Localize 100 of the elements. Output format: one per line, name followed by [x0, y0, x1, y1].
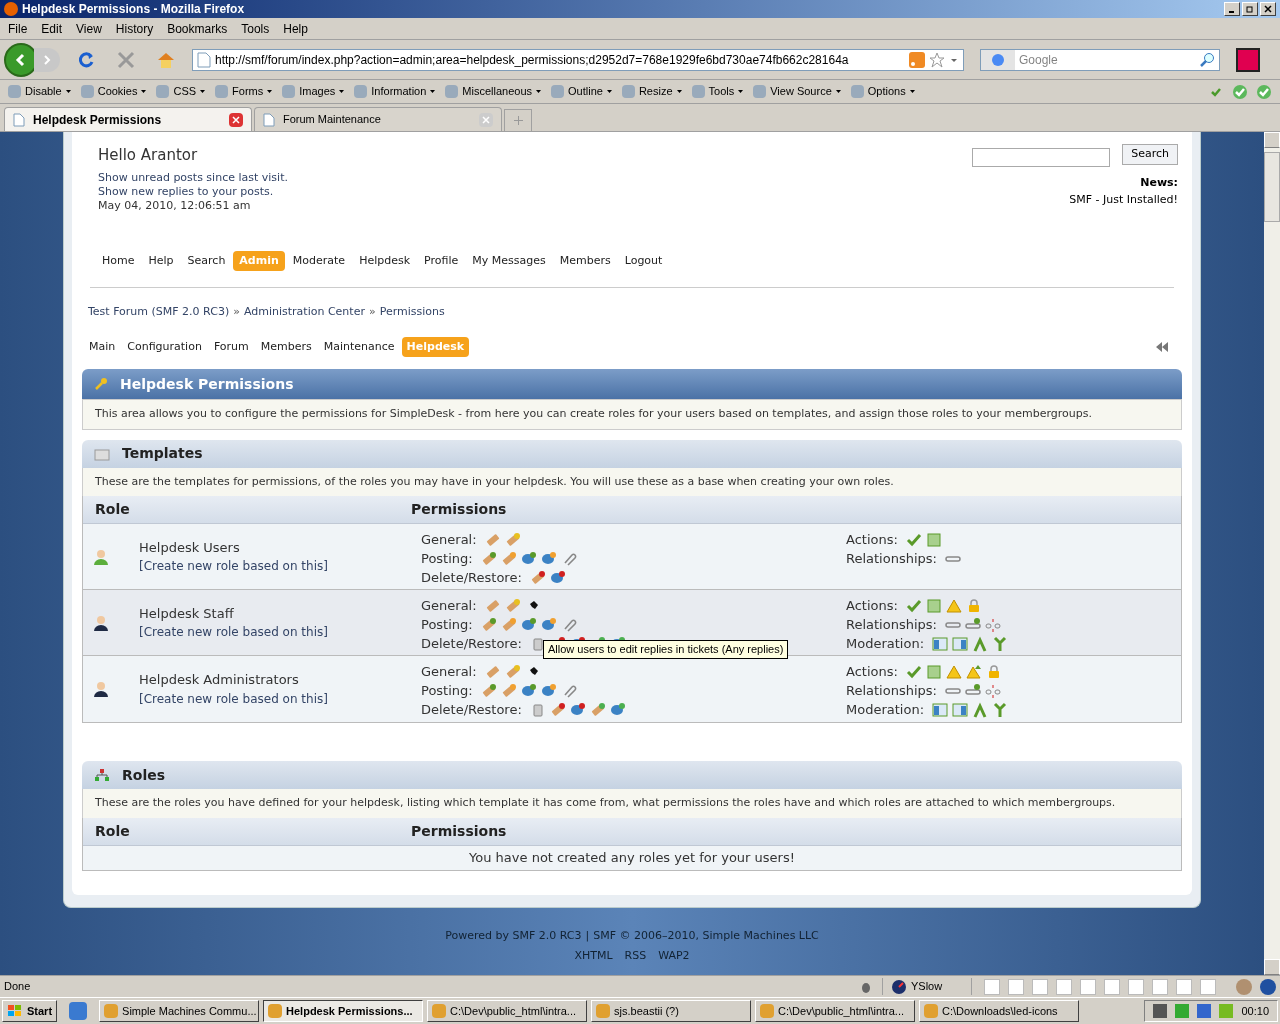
main-menu-item[interactable]: Members: [553, 250, 617, 271]
reload-icon[interactable]: [76, 49, 96, 70]
menu-item[interactable]: Bookmarks: [167, 19, 228, 38]
scrollbar[interactable]: [1264, 132, 1280, 975]
taskbar-button[interactable]: C:\Dev\public_html\intra...: [427, 1000, 588, 1022]
menu-item[interactable]: File: [8, 19, 28, 38]
breadcrumb-link[interactable]: Test Forum (SMF 2.0 RC3): [88, 304, 230, 321]
status-tool-icon[interactable]: [1032, 978, 1048, 995]
status-tool-icon[interactable]: [1176, 978, 1192, 995]
main-menu-item[interactable]: Helpdesk: [353, 250, 417, 271]
quick-launch-icon[interactable]: [69, 1002, 88, 1020]
create-role-link[interactable]: [Create new role based on this]: [139, 689, 421, 708]
menu-item[interactable]: Help: [283, 19, 308, 38]
main-menu-item[interactable]: Help: [142, 250, 180, 271]
admin-menu-item[interactable]: Main: [84, 336, 121, 357]
toolbar-menu[interactable]: CSS: [156, 83, 206, 100]
browser-tab[interactable]: Forum Maintenance: [254, 107, 502, 131]
new-tab-button[interactable]: [504, 109, 532, 131]
window-title: Helpdesk Permissions - Mozilla Firefox: [22, 1, 245, 18]
toolbar-menu[interactable]: Miscellaneous: [445, 83, 542, 100]
header-link[interactable]: Show new replies to your posts.: [98, 184, 288, 199]
section-title: Templates: [122, 444, 203, 463]
news-label: News:: [1140, 175, 1178, 191]
footer-link[interactable]: RSS: [624, 948, 647, 965]
permission-label: Posting:: [421, 681, 473, 700]
admin-menu-item[interactable]: Forum: [208, 336, 254, 357]
footer-link[interactable]: Powered by SMF 2.0 RC3: [445, 927, 582, 944]
search-box[interactable]: Google: [980, 48, 1220, 71]
toolbar-menu[interactable]: Outline: [551, 83, 612, 100]
admin-menu-item[interactable]: Members: [255, 336, 317, 357]
toolbar-menu[interactable]: Resize: [621, 83, 682, 100]
footer-link[interactable]: XHTML: [574, 948, 613, 965]
search-button[interactable]: Search: [1122, 144, 1178, 165]
create-role-link[interactable]: [Create new role based on this]: [139, 557, 421, 576]
gauge-icon[interactable]: [891, 978, 907, 995]
create-role-link[interactable]: [Create new role based on this]: [139, 623, 421, 642]
toolbar-menu[interactable]: Options: [850, 83, 915, 100]
status-tool-icon[interactable]: [1056, 978, 1072, 995]
panel-right-icon: [952, 635, 968, 652]
minimize-button[interactable]: [1224, 2, 1240, 16]
menu-item[interactable]: Tools: [241, 19, 270, 38]
status-tool-icon[interactable]: [1200, 978, 1216, 995]
collapse-icon[interactable]: [1154, 340, 1170, 353]
check-icon[interactable]: [1256, 83, 1272, 100]
status-tool-icon[interactable]: [1152, 978, 1168, 995]
main-menu-item[interactable]: Profile: [418, 250, 465, 271]
toolbar-menu[interactable]: Tools: [691, 83, 744, 100]
toolbar-menu[interactable]: View Source: [753, 83, 841, 100]
search-engine-icon[interactable]: [981, 49, 1015, 70]
star-icon[interactable]: [929, 51, 945, 68]
taskbar-button[interactable]: C:\Dev\public_html\intra...: [755, 1000, 916, 1022]
check-icon[interactable]: [1232, 83, 1248, 100]
footer-link[interactable]: WAP2: [658, 948, 690, 965]
breadcrumb-link[interactable]: Administration Center: [243, 304, 365, 321]
taskbar-button[interactable]: C:\Downloads\led-icons: [919, 1000, 1080, 1022]
main-menu-item[interactable]: My Messages: [466, 250, 552, 271]
menu-item[interactable]: Edit: [41, 19, 63, 38]
status-text: Done: [3, 979, 32, 995]
footer-link[interactable]: SMF © 2006–2010, Simple Machines LLC: [593, 927, 819, 944]
rss-icon[interactable]: [909, 51, 925, 68]
toolbar-menu[interactable]: Images: [282, 83, 345, 100]
menu-item[interactable]: History: [115, 19, 154, 38]
search-field[interactable]: Google: [1015, 50, 1199, 69]
clock: 00:10: [1241, 1003, 1269, 1019]
admin-menu-item[interactable]: Maintenance: [318, 336, 400, 357]
forum-search-field[interactable]: [972, 148, 1111, 167]
admin-menu-item[interactable]: Configuration: [122, 336, 207, 357]
person-icon: [93, 548, 109, 565]
close-icon[interactable]: [229, 112, 243, 127]
toolbar-menu[interactable]: Disable: [8, 83, 71, 100]
main-menu-item[interactable]: Search: [181, 250, 232, 271]
search-icon[interactable]: [1199, 51, 1215, 68]
start-button[interactable]: Start: [2, 1000, 58, 1022]
status-tool-icon[interactable]: [1008, 978, 1024, 995]
status-tool-icon[interactable]: [1128, 978, 1144, 995]
app-icon: [104, 1004, 119, 1018]
taskbar-button[interactable]: Helpdesk Permissions...: [263, 1000, 424, 1022]
status-tool-icon[interactable]: [984, 978, 1000, 995]
volume-icon[interactable]: [1197, 1004, 1212, 1018]
main-menu-item[interactable]: Home: [96, 250, 141, 271]
taskbar-button[interactable]: Simple Machines Commu...: [99, 1000, 260, 1022]
toolbar-menu[interactable]: Forms: [215, 83, 273, 100]
breadcrumb-link[interactable]: Permissions: [379, 304, 445, 321]
taskbar-button[interactable]: sjs.beastii (?): [591, 1000, 752, 1022]
header-link[interactable]: Show unread posts since last visit.: [98, 170, 288, 185]
stop-icon[interactable]: [116, 49, 136, 70]
address-field[interactable]: http://smf/forum/index.php?action=admin;area=helpdesk_permissions;d2952d7=768e1929fe6bd730ae74fb662c28164a: [192, 48, 964, 71]
toolbar-menu[interactable]: Cookies: [80, 83, 147, 100]
status-tool-icon[interactable]: [1080, 978, 1096, 995]
close-button[interactable]: [1260, 2, 1276, 16]
tray-icon[interactable]: [1153, 1004, 1168, 1018]
status-tool-icon[interactable]: [1104, 978, 1120, 995]
browser-tab[interactable]: Helpdesk Permissions: [4, 107, 252, 131]
restore-button[interactable]: [1242, 2, 1258, 16]
main-menu-item[interactable]: Moderate: [286, 250, 352, 271]
permission-label: General:: [421, 662, 477, 681]
menu-item[interactable]: View: [76, 19, 102, 38]
main-menu-item[interactable]: Logout: [618, 250, 669, 271]
yslow-label[interactable]: YSlow: [911, 978, 943, 995]
toolbar-menu[interactable]: Information: [354, 83, 436, 100]
